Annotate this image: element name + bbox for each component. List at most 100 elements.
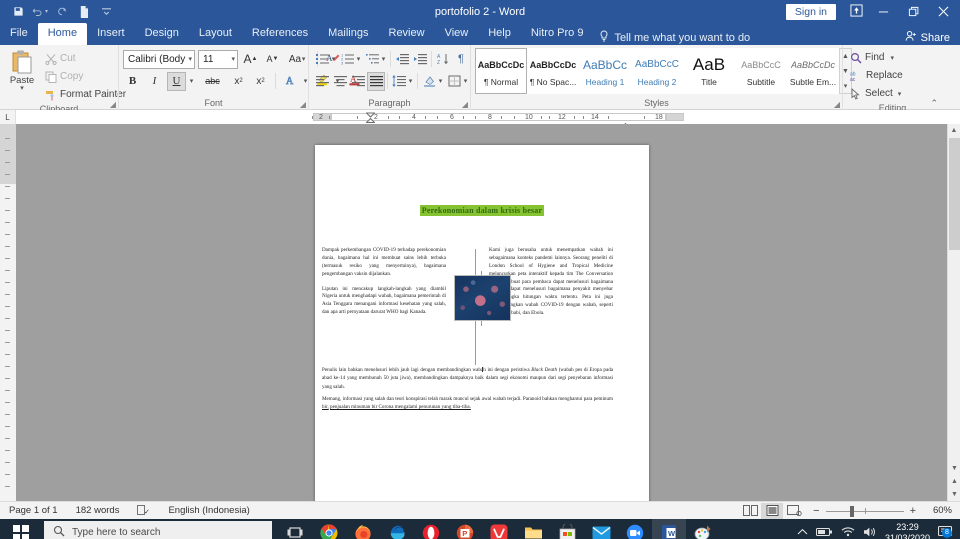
tab-help[interactable]: Help bbox=[478, 23, 521, 45]
style-heading-2[interactable]: AaBbCcC Heading 2 bbox=[631, 48, 683, 94]
italic-button[interactable]: I bbox=[145, 72, 164, 91]
tell-me-search[interactable]: Tell me what you want to do bbox=[599, 30, 750, 45]
increase-indent-button[interactable] bbox=[411, 50, 429, 69]
minimize-button[interactable] bbox=[868, 0, 898, 23]
document-scroll-area[interactable]: Perekonomian dalam krisis besar Dampak p… bbox=[16, 124, 960, 501]
style-normal[interactable]: AaBbCcDc ¶ Normal bbox=[475, 48, 527, 94]
bold-button[interactable]: B bbox=[123, 72, 142, 91]
show-hidden-icons-chevron[interactable] bbox=[797, 528, 808, 538]
battery-icon[interactable] bbox=[815, 527, 833, 539]
tab-insert[interactable]: Insert bbox=[87, 23, 135, 45]
document-page[interactable]: Perekonomian dalam krisis besar Dampak p… bbox=[315, 145, 649, 501]
borders-dropdown-icon[interactable]: ▾ bbox=[461, 77, 470, 85]
tab-design[interactable]: Design bbox=[135, 23, 189, 45]
redo-icon[interactable] bbox=[52, 2, 72, 21]
shrink-font-button[interactable]: A ▼ bbox=[263, 50, 282, 69]
text-effects-button[interactable]: A bbox=[281, 72, 300, 91]
multilevel-dropdown-icon[interactable]: ▾ bbox=[379, 55, 388, 63]
numbering-dropdown-icon[interactable]: ▾ bbox=[354, 55, 363, 63]
print-layout-view-button[interactable] bbox=[761, 502, 784, 519]
font-dialog-launcher[interactable]: ◢ bbox=[300, 100, 306, 109]
zoom-in-button[interactable]: + bbox=[910, 505, 916, 517]
edge-taskbar-icon[interactable] bbox=[380, 519, 414, 539]
find-dropdown-icon[interactable]: ▾ bbox=[890, 54, 894, 62]
superscript-button[interactable]: x2 bbox=[251, 72, 270, 91]
align-right-button[interactable] bbox=[349, 72, 367, 91]
align-center-button[interactable] bbox=[331, 72, 349, 91]
align-left-button[interactable] bbox=[313, 72, 331, 91]
tab-layout[interactable]: Layout bbox=[189, 23, 242, 45]
chrome-taskbar-icon[interactable] bbox=[312, 519, 346, 539]
task-view-icon[interactable] bbox=[278, 519, 312, 539]
previous-page-icon[interactable]: ▲ bbox=[948, 475, 960, 488]
save-icon[interactable] bbox=[8, 2, 28, 21]
ribbon-display-options-icon[interactable] bbox=[844, 3, 868, 20]
find-button[interactable]: Find ▾ bbox=[847, 49, 906, 66]
select-dropdown-icon[interactable]: ▾ bbox=[898, 90, 902, 98]
paragraph-link-1[interactable]: bir, bbox=[322, 404, 329, 410]
clock[interactable]: 23:29 31/03/2020 bbox=[885, 522, 930, 539]
style-no-spacing[interactable]: AaBbCcDc ¶ No Spac... bbox=[527, 48, 579, 94]
language-indicator[interactable]: English (Indonesia) bbox=[159, 505, 258, 516]
sort-button[interactable]: AZ bbox=[434, 50, 452, 69]
share-button[interactable]: Share bbox=[905, 30, 960, 45]
copy-button[interactable]: Copy bbox=[42, 68, 129, 85]
paragraph-link-2[interactable]: penjualan minuman bir Corona mengalami p… bbox=[330, 404, 471, 410]
wifi-icon[interactable] bbox=[841, 526, 855, 539]
replace-button[interactable]: ab ac Replace bbox=[847, 67, 906, 84]
scroll-up-icon[interactable]: ▲ bbox=[948, 124, 960, 137]
collapse-ribbon-icon[interactable]: ⌃ bbox=[930, 98, 938, 109]
vertical-ruler[interactable] bbox=[0, 124, 16, 501]
volume-icon[interactable] bbox=[863, 526, 877, 539]
start-button[interactable] bbox=[0, 519, 42, 539]
powerpoint-taskbar-icon[interactable]: P bbox=[448, 519, 482, 539]
style-subtle-emphasis[interactable]: AaBbCcDc Subtle Em... bbox=[787, 48, 839, 94]
scrollbar-thumb[interactable] bbox=[949, 138, 960, 250]
line-spacing-dropdown-icon[interactable]: ▾ bbox=[406, 77, 415, 85]
tab-nitro-pro[interactable]: Nitro Pro 9 bbox=[521, 23, 594, 45]
tab-mailings[interactable]: Mailings bbox=[318, 23, 378, 45]
web-layout-view-button[interactable] bbox=[783, 503, 805, 519]
zoom-thumb[interactable] bbox=[849, 505, 854, 517]
undo-icon[interactable]: ▾ bbox=[30, 2, 50, 21]
zoom-slider[interactable]: − + bbox=[805, 505, 924, 517]
paste-dropdown-icon[interactable]: ▾ bbox=[20, 85, 24, 92]
styles-dialog-launcher[interactable]: ◢ bbox=[834, 100, 840, 109]
decrease-indent-button[interactable] bbox=[393, 50, 411, 69]
grow-font-button[interactable]: A ▲ bbox=[241, 50, 260, 69]
tab-view[interactable]: View bbox=[435, 23, 479, 45]
proofing-errors-icon[interactable]: ✓ bbox=[128, 505, 159, 516]
search-input[interactable]: Type here to search bbox=[44, 521, 272, 539]
sign-in-button[interactable]: Sign in bbox=[785, 3, 836, 20]
paragraph-dialog-launcher[interactable]: ◢ bbox=[462, 100, 468, 109]
scroll-down-icon[interactable]: ▼ bbox=[948, 462, 960, 475]
microsoft-store-taskbar-icon[interactable] bbox=[550, 519, 584, 539]
select-button[interactable]: Select ▾ bbox=[847, 85, 906, 102]
horizontal-ruler[interactable]: 2 2 4 6 8 10 12 14 18 bbox=[16, 110, 960, 129]
clipboard-dialog-launcher[interactable]: ◢ bbox=[110, 100, 116, 109]
justify-button[interactable] bbox=[367, 71, 385, 91]
style-subtitle[interactable]: AaBbCcC Subtitle bbox=[735, 48, 787, 94]
zoom-level[interactable]: 60% bbox=[924, 505, 952, 516]
paint-taskbar-icon[interactable] bbox=[686, 519, 720, 539]
strikethrough-button[interactable]: abc bbox=[199, 72, 226, 91]
bullets-dropdown-icon[interactable]: ▾ bbox=[329, 55, 338, 63]
tab-home[interactable]: Home bbox=[37, 23, 88, 45]
restore-button[interactable] bbox=[898, 0, 928, 23]
notifications-button[interactable]: 8 bbox=[937, 525, 954, 539]
close-button[interactable] bbox=[928, 0, 958, 23]
word-taskbar-icon[interactable]: W bbox=[652, 519, 686, 539]
format-painter-button[interactable]: Format Painter bbox=[42, 86, 129, 103]
subscript-button[interactable]: x2 bbox=[229, 72, 248, 91]
tab-file[interactable]: File bbox=[0, 23, 38, 45]
zoom-track[interactable] bbox=[825, 505, 904, 517]
firefox-taskbar-icon[interactable] bbox=[346, 519, 380, 539]
zoom-out-button[interactable]: − bbox=[813, 505, 819, 517]
underline-dropdown-icon[interactable]: ▾ bbox=[187, 77, 196, 85]
page-indicator[interactable]: Page 1 of 1 bbox=[0, 505, 67, 516]
tab-references[interactable]: References bbox=[242, 23, 318, 45]
cut-button[interactable]: Cut bbox=[42, 50, 129, 67]
style-title[interactable]: AaB Title bbox=[683, 48, 735, 94]
mail-taskbar-icon[interactable] bbox=[584, 519, 618, 539]
word-count[interactable]: 182 words bbox=[67, 505, 129, 516]
